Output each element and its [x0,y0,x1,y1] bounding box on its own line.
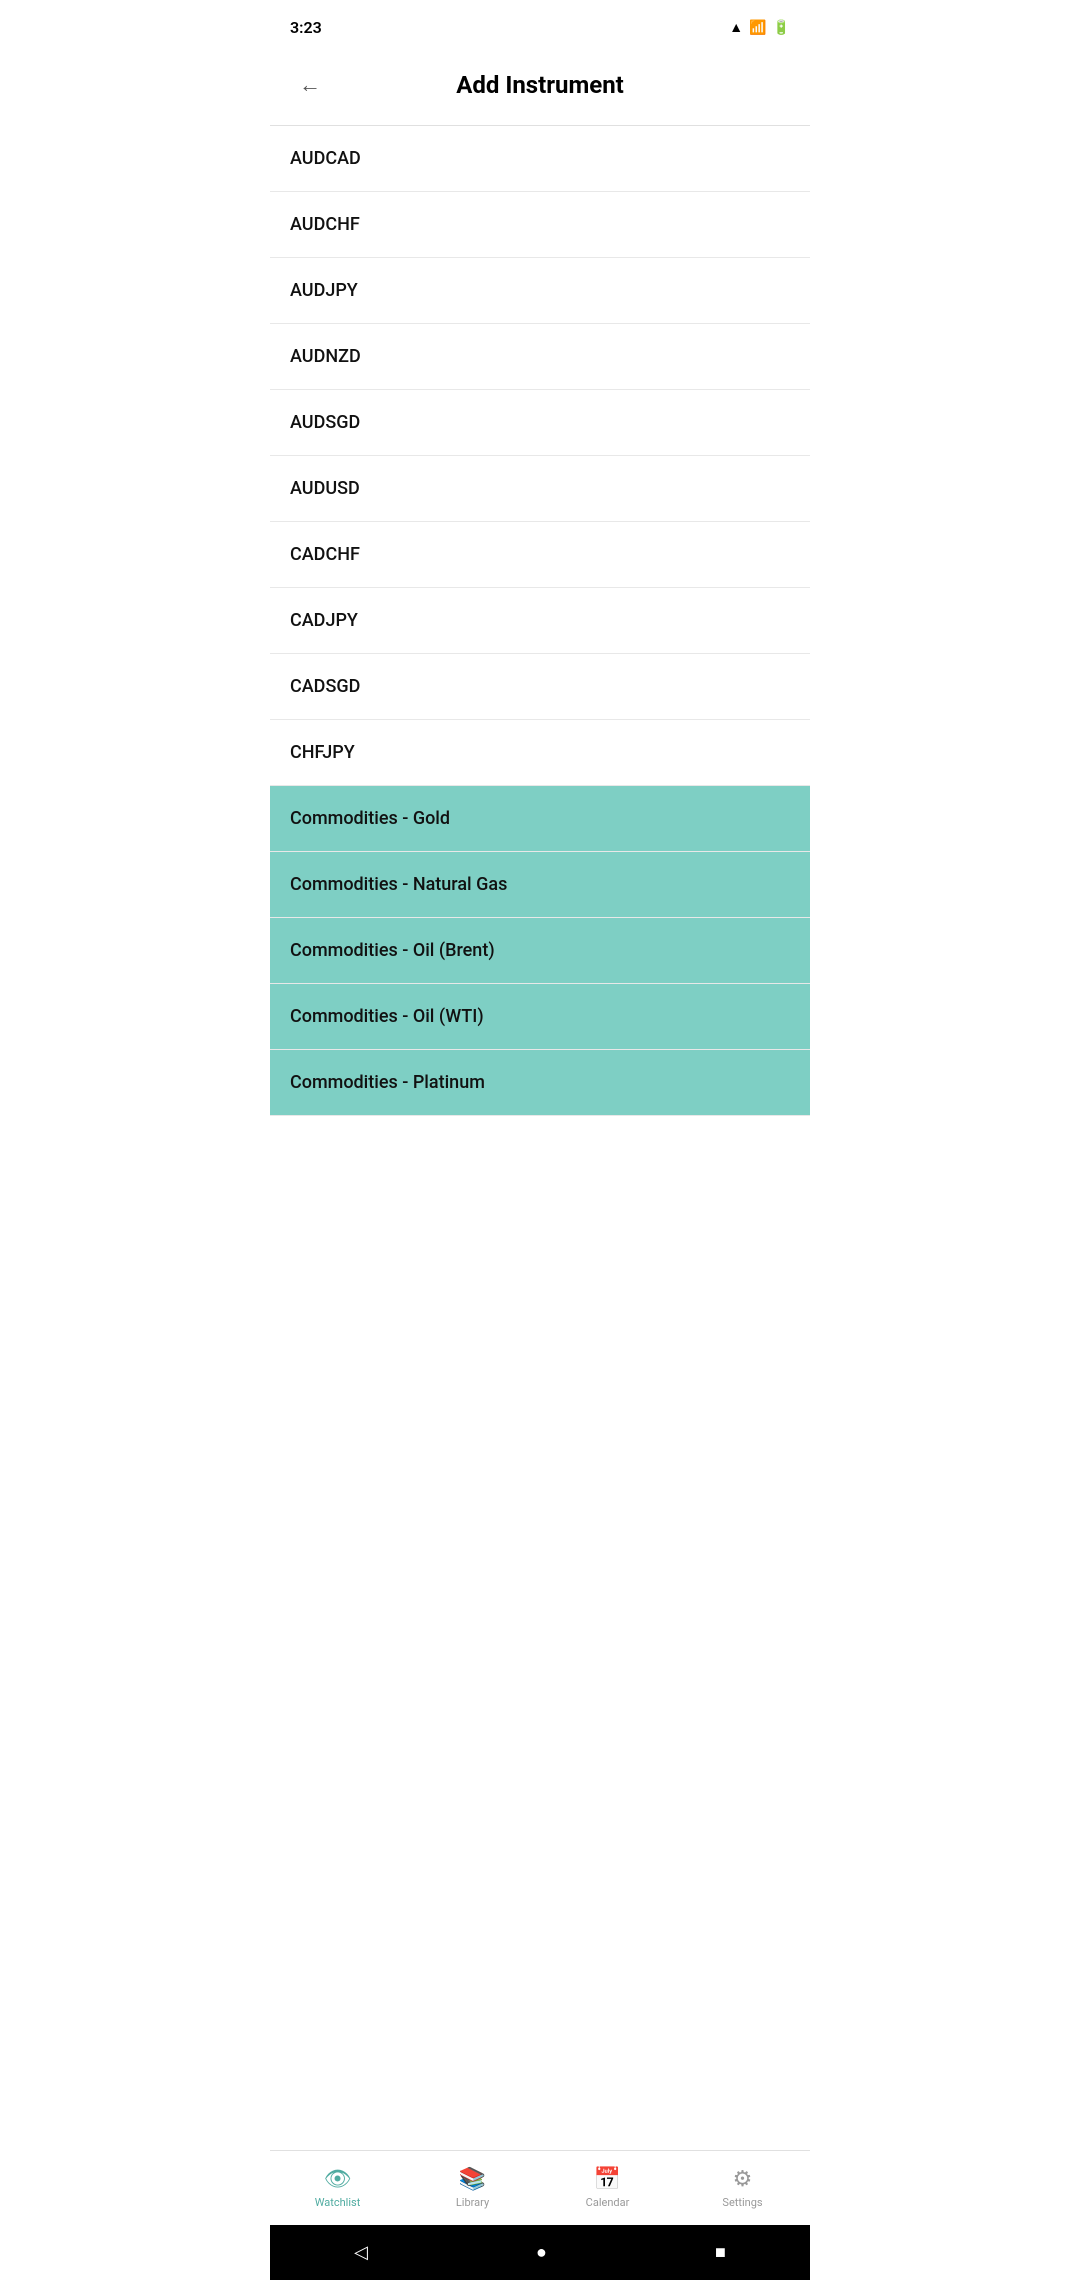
calendar-nav-icon: 📅 [594,2167,621,2192]
instrument-name: Commodities - Natural Gas [290,874,507,895]
back-arrow-icon: ← [299,72,321,98]
list-item[interactable]: CADJPY [270,588,810,654]
instrument-name: Commodities - Platinum [290,1072,485,1093]
bottom-nav: 👁 Watchlist 📚 Library 📅 Calendar ⚙ Settings [270,2150,810,2225]
signal-icon: 📶 [749,20,766,36]
list-item[interactable]: AUDNZD [270,324,810,390]
back-button[interactable]: ← [290,65,330,105]
instrument-name: AUDSGD [290,412,360,433]
android-recent-button[interactable]: ■ [715,2242,726,2263]
instrument-name: CADJPY [290,610,358,631]
list-item[interactable]: AUDUSD [270,456,810,522]
watchlist-nav-icon: 👁 [324,2167,352,2192]
library-nav-icon: 📚 [459,2167,486,2192]
calendar-nav-label: Calendar [586,2196,630,2209]
instrument-name: Commodities - Gold [290,808,450,829]
list-item[interactable]: AUDCAD [270,126,810,192]
instrument-name: AUDUSD [290,478,360,499]
list-item[interactable]: AUDJPY [270,258,810,324]
settings-nav-icon: ⚙ [733,2167,753,2192]
wifi-icon: ▲ [729,19,743,36]
instrument-list: AUDCAD AUDCHF AUDJPY AUDNZD AUDSGD AUDUSD CADC… [270,126,810,1116]
nav-item-calendar[interactable]: 📅 Calendar [540,2151,675,2225]
library-nav-label: Library [456,2196,489,2209]
list-item[interactable]: Commodities - Oil (WTI) [270,984,810,1050]
android-nav-bar: ◁ ● ■ [270,2225,810,2280]
nav-item-library[interactable]: 📚 Library [405,2151,540,2225]
list-item[interactable]: AUDCHF [270,192,810,258]
list-item[interactable]: Commodities - Platinum [270,1050,810,1116]
instrument-name: Commodities - Oil (Brent) [290,940,495,961]
list-item[interactable]: Commodities - Gold [270,786,810,852]
instrument-name: Commodities - Oil (WTI) [290,1006,484,1027]
list-item[interactable]: Commodities - Oil (Brent) [270,918,810,984]
page-title: Add Instrument [340,71,740,99]
instrument-name: CHFJPY [290,742,355,763]
list-item[interactable]: Commodities - Natural Gas [270,852,810,918]
status-bar: 3:23 ▲ 📶 🔋 [270,0,810,55]
list-item[interactable]: CADSGD [270,654,810,720]
nav-item-settings[interactable]: ⚙ Settings [675,2151,810,2225]
instrument-name: AUDCHF [290,214,360,235]
instrument-name: CADCHF [290,544,360,565]
instrument-name: AUDNZD [290,346,361,367]
list-item[interactable]: CHFJPY [270,720,810,786]
status-time: 3:23 [290,18,322,37]
battery-icon: 🔋 [773,20,790,36]
header: ← Add Instrument [270,55,810,126]
watchlist-nav-label: Watchlist [315,2196,361,2209]
status-icons: ▲ 📶 🔋 [729,19,790,36]
nav-item-watchlist[interactable]: 👁 Watchlist [270,2151,405,2225]
instrument-name: AUDJPY [290,280,358,301]
list-item[interactable]: AUDSGD [270,390,810,456]
android-back-button[interactable]: ◁ [354,2242,368,2263]
instrument-name: AUDCAD [290,148,361,169]
settings-nav-label: Settings [722,2196,762,2209]
android-home-button[interactable]: ● [536,2242,547,2263]
list-item[interactable]: CADCHF [270,522,810,588]
instrument-name: CADSGD [290,676,360,697]
